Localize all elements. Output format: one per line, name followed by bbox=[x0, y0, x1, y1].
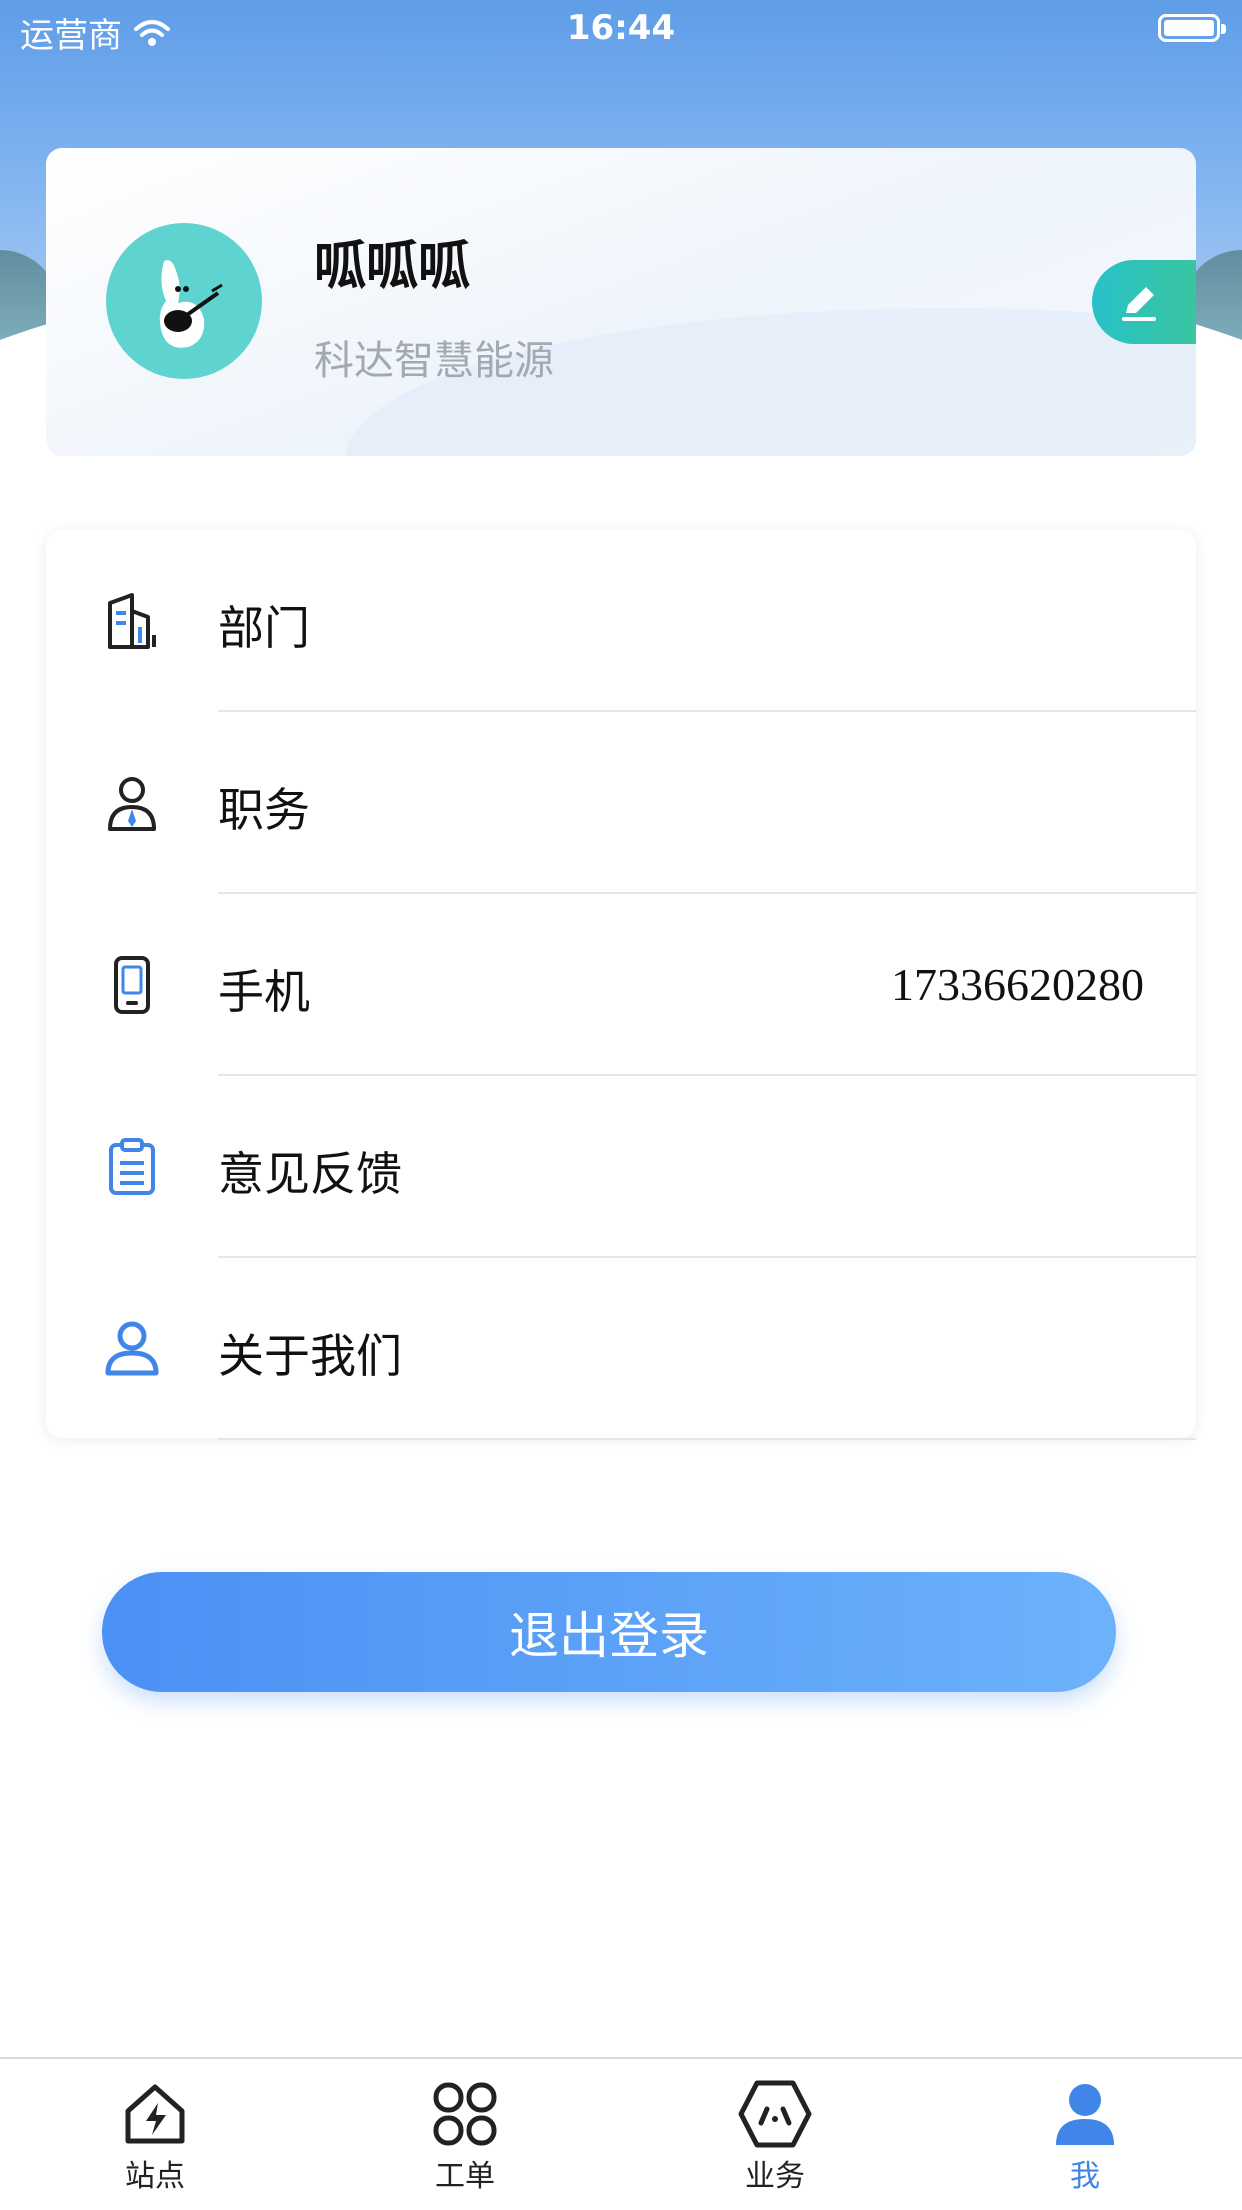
menu-item-department[interactable]: 部门 bbox=[46, 530, 1196, 712]
clipboard-icon bbox=[109, 1138, 155, 1195]
logout-button[interactable]: 退出登录 bbox=[102, 1572, 1116, 1692]
menu-item-label: 意见反馈 bbox=[218, 1147, 402, 1201]
menu-item-label: 部门 bbox=[218, 601, 310, 655]
menu-item-feedback[interactable]: 意见反馈 bbox=[46, 1076, 1196, 1258]
user-icon bbox=[105, 1321, 159, 1376]
menu-item-phone[interactable]: 手机 17336620280 bbox=[46, 894, 1196, 1076]
phone-number: 17336620280 bbox=[891, 959, 1144, 1010]
divider bbox=[218, 1438, 1196, 1440]
tab-label: 我 bbox=[1070, 2159, 1100, 2194]
status-bar: 运营商 16:44 bbox=[0, 0, 1242, 60]
grid-icon bbox=[433, 2082, 497, 2146]
tab-business[interactable]: 业务 bbox=[675, 2079, 875, 2199]
tab-work-order[interactable]: 工单 bbox=[365, 2079, 565, 2199]
menu-item-label: 职务 bbox=[218, 783, 310, 837]
building-icon bbox=[108, 593, 156, 649]
menu-card: 部门 职务 手机 17336620280 意见反馈 关于我们 bbox=[46, 530, 1196, 1440]
tab-bar: 站点 工单 业务 我 bbox=[0, 2057, 1242, 2210]
tab-label: 业务 bbox=[745, 2159, 805, 2194]
edit-profile-button[interactable] bbox=[1092, 260, 1196, 344]
menu-item-position[interactable]: 职务 bbox=[46, 712, 1196, 894]
station-icon bbox=[125, 2084, 185, 2144]
clock: 16:44 bbox=[566, 8, 676, 48]
company-name: 科达智慧能源 bbox=[314, 338, 554, 384]
menu-item-about-us[interactable]: 关于我们 bbox=[46, 1258, 1196, 1440]
profile-card: 呱呱呱 科达智慧能源 bbox=[46, 148, 1196, 456]
person-tie-icon bbox=[108, 777, 156, 831]
profile-icon bbox=[1056, 2084, 1114, 2145]
pencil-icon bbox=[1122, 287, 1156, 321]
tab-label: 工单 bbox=[435, 2159, 495, 2194]
battery-icon bbox=[1158, 14, 1226, 42]
menu-item-label: 手机 bbox=[218, 965, 310, 1019]
phone-icon bbox=[114, 956, 150, 1014]
avatar[interactable] bbox=[106, 223, 262, 379]
tab-label: 站点 bbox=[125, 2159, 185, 2194]
hexagon-icon bbox=[738, 2080, 812, 2148]
tab-me[interactable]: 我 bbox=[985, 2079, 1185, 2199]
menu-item-label: 关于我们 bbox=[218, 1329, 402, 1383]
avatar-image bbox=[159, 260, 223, 348]
tab-station[interactable]: 站点 bbox=[55, 2079, 255, 2199]
user-name: 呱呱呱 bbox=[314, 237, 471, 297]
